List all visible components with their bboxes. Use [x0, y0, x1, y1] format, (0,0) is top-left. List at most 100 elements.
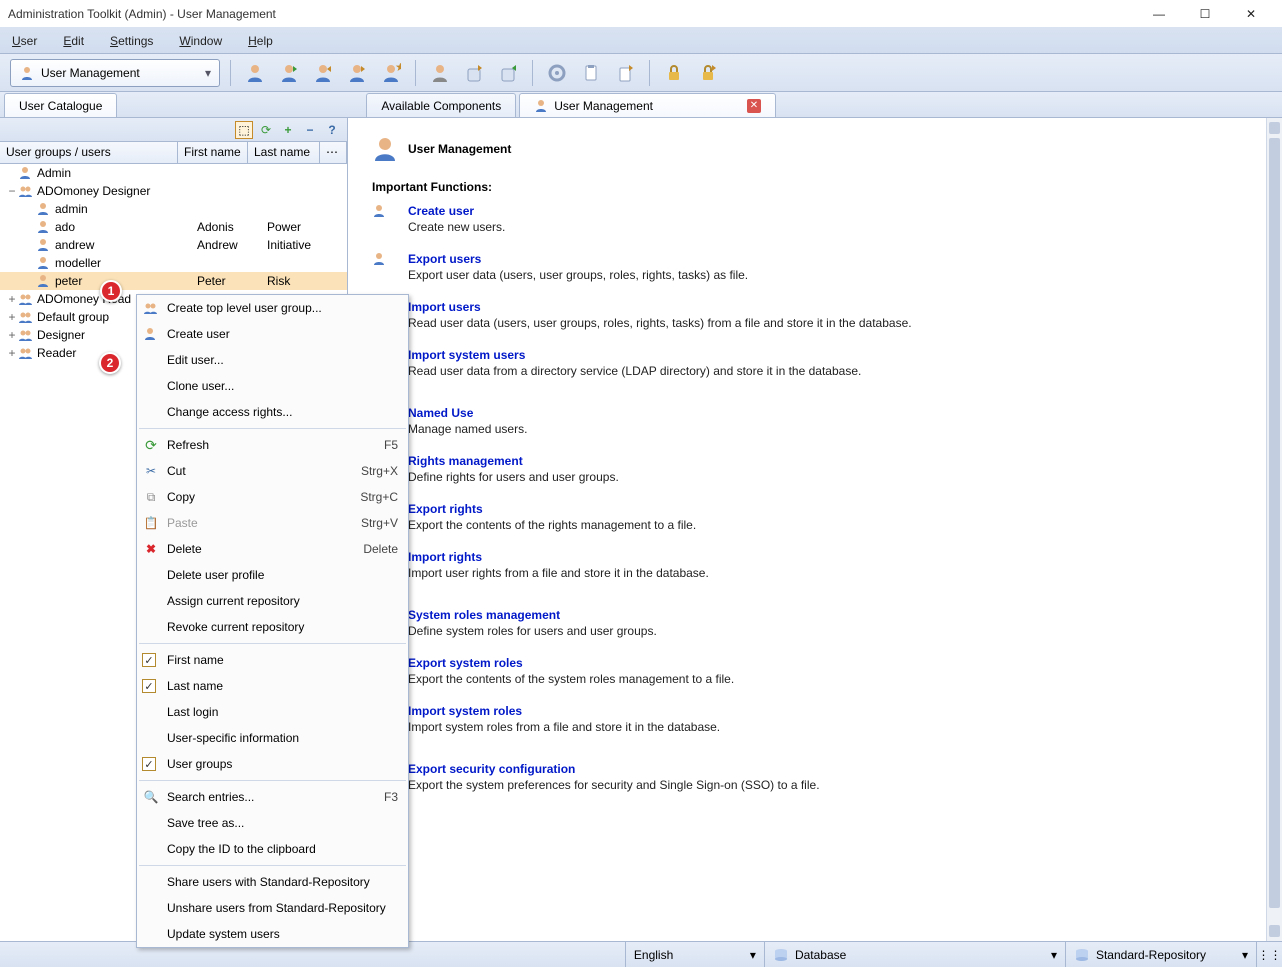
remove-icon[interactable]: − [301, 121, 319, 139]
tree-row[interactable]: andrewAndrewInitiative [0, 236, 347, 254]
menu-item[interactable]: User-specific information [137, 725, 408, 751]
menu-item[interactable]: ⧉CopyStrg+C [137, 484, 408, 510]
tree-row[interactable]: Admin [0, 164, 347, 182]
scroll-down-icon[interactable] [1269, 925, 1280, 937]
menu-item[interactable]: Create user [137, 321, 408, 347]
tab-user-catalogue[interactable]: User Catalogue [4, 93, 117, 117]
menu-item[interactable]: Update system users [137, 921, 408, 947]
context-menu[interactable]: Create top level user group...Create use… [136, 294, 409, 948]
menu-item[interactable]: Create top level user group... [137, 295, 408, 321]
menu-separator [139, 428, 406, 429]
tree-row[interactable]: modeller [0, 254, 347, 272]
menu-item[interactable]: Unshare users from Standard-Repository [137, 895, 408, 921]
function-desc: Export user data (users, user groups, ro… [408, 268, 748, 282]
menu-settings[interactable]: Settings [104, 32, 159, 50]
function-link[interactable]: Create user [408, 204, 505, 218]
menu-item[interactable]: 🔍Search entries...F3 [137, 784, 408, 810]
vertical-scrollbar[interactable] [1266, 118, 1282, 941]
tree-row[interactable]: admin [0, 200, 347, 218]
menu-user[interactable]: User [6, 32, 43, 50]
menu-item[interactable]: ✓Last name [137, 673, 408, 699]
close-button[interactable]: ✕ [1228, 0, 1274, 28]
tree-row[interactable]: peterPeterRisk [0, 272, 347, 290]
menu-item[interactable]: ✓User groups [137, 751, 408, 777]
function-link[interactable]: Rights management [408, 454, 619, 468]
menu-edit[interactable]: Edit [57, 32, 90, 50]
function-link[interactable]: Export users [408, 252, 748, 266]
tab-close-icon[interactable]: ✕ [747, 99, 761, 113]
menu-item[interactable]: ⟳RefreshF5 [137, 432, 408, 458]
menu-window[interactable]: Window [173, 32, 228, 50]
tb-rights-import-icon[interactable] [494, 59, 522, 87]
col-extra[interactable]: ⋯ [320, 142, 347, 163]
menu-item[interactable]: Change access rights... [137, 399, 408, 425]
repo-label: Standard-Repository [1096, 948, 1206, 962]
menu-item-label: Copy the ID to the clipboard [167, 842, 398, 856]
menu-item[interactable]: Revoke current repository [137, 614, 408, 640]
menu-label: elp [257, 34, 273, 48]
function-link[interactable]: Named Use [408, 406, 527, 420]
function-link[interactable]: Import system users [408, 348, 861, 362]
minimize-button[interactable]: — [1136, 0, 1182, 28]
tab-user-management[interactable]: User Management ✕ [519, 93, 776, 117]
tree-row[interactable]: adoAdonisPower [0, 218, 347, 236]
function-link[interactable]: System roles management [408, 608, 657, 622]
tb-user-export-icon[interactable] [343, 59, 371, 87]
function-link[interactable]: Import rights [408, 550, 709, 564]
function-link[interactable]: Export rights [408, 502, 696, 516]
col-last-name[interactable]: Last name [248, 142, 320, 163]
scroll-up-icon[interactable] [1269, 122, 1280, 134]
menu-item[interactable]: Delete user profile [137, 562, 408, 588]
function-link[interactable]: Export security configuration [408, 762, 820, 776]
cut-icon: ✂ [142, 462, 160, 480]
refresh-icon[interactable]: ⟳ [257, 121, 275, 139]
expand-icon[interactable]: + [6, 346, 18, 360]
tree-row[interactable]: −ADOmoney Designer [0, 182, 347, 200]
help-icon[interactable]: ? [323, 121, 341, 139]
function-link[interactable]: Export system roles [408, 656, 734, 670]
status-language[interactable]: English▾ [625, 942, 764, 967]
menu-item[interactable]: ✖DeleteDelete [137, 536, 408, 562]
function-desc: Define system roles for users and user g… [408, 624, 657, 638]
tb-security-export-icon[interactable] [694, 59, 722, 87]
menu-item[interactable]: Assign current repository [137, 588, 408, 614]
status-database[interactable]: Database▾ [764, 942, 1065, 967]
tb-roles-clipboard-icon[interactable] [577, 59, 605, 87]
row-first-name: Adonis [197, 220, 267, 234]
status-repository[interactable]: Standard-Repository▾ [1065, 942, 1256, 967]
tb-user-blue-icon[interactable] [241, 59, 269, 87]
menu-help[interactable]: Help [242, 32, 279, 50]
function-link[interactable]: Import users [408, 300, 912, 314]
hierarchy-icon[interactable]: ⬚ [235, 121, 253, 139]
tb-user-import-icon[interactable] [309, 59, 337, 87]
tb-roles-icon[interactable] [543, 59, 571, 87]
menu-item[interactable]: Copy the ID to the clipboard [137, 836, 408, 862]
tb-roles-export-icon[interactable] [611, 59, 639, 87]
expand-icon[interactable]: + [6, 328, 18, 342]
menu-item[interactable]: ✂CutStrg+X [137, 458, 408, 484]
col-users[interactable]: User groups / users [0, 142, 178, 163]
add-icon[interactable]: + [279, 121, 297, 139]
menu-item[interactable]: Clone user... [137, 373, 408, 399]
row-name: Admin [37, 166, 197, 180]
tab-available-components[interactable]: Available Components [366, 93, 516, 117]
expand-icon[interactable]: + [6, 310, 18, 324]
col-first-name[interactable]: First name [178, 142, 248, 163]
menu-item[interactable]: Share users with Standard-Repository [137, 869, 408, 895]
tb-user-star-icon[interactable]: ★ [377, 59, 405, 87]
menu-item[interactable]: ✓First name [137, 647, 408, 673]
maximize-button[interactable]: ☐ [1182, 0, 1228, 28]
tb-security-icon[interactable] [660, 59, 688, 87]
menu-item[interactable]: Last login [137, 699, 408, 725]
menu-item[interactable]: Edit user... [137, 347, 408, 373]
expand-icon[interactable]: + [6, 292, 18, 306]
toolkit-selector[interactable]: User Management ▾ [10, 59, 220, 87]
function-link[interactable]: Import system roles [408, 704, 720, 718]
catalog-header: User groups / users First name Last name… [0, 142, 347, 164]
scroll-thumb[interactable] [1269, 138, 1280, 908]
tb-rights-export-icon[interactable] [460, 59, 488, 87]
menu-item[interactable]: Save tree as... [137, 810, 408, 836]
tb-user-green-icon[interactable] [275, 59, 303, 87]
tb-rights-icon[interactable] [426, 59, 454, 87]
expand-icon[interactable]: − [6, 184, 18, 198]
